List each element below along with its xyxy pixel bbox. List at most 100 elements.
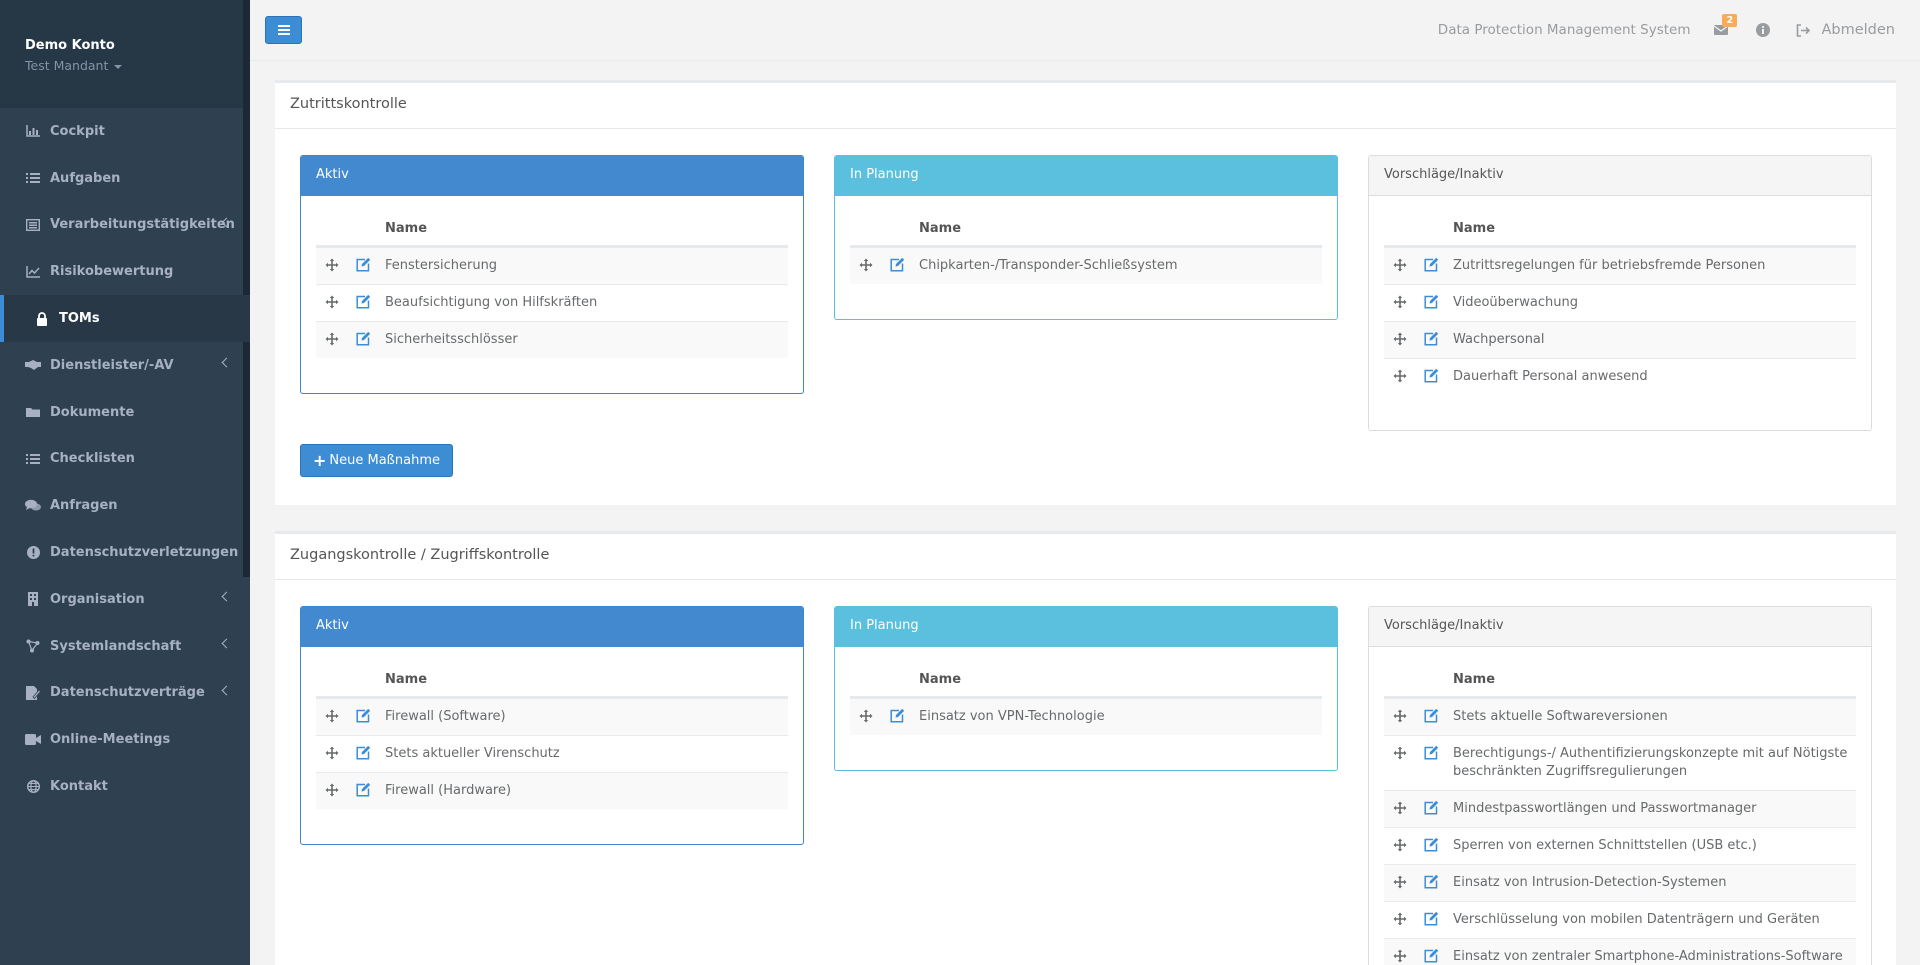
edit-icon[interactable] <box>1424 745 1439 760</box>
sidebar-item-kontakt[interactable]: Kontakt <box>0 763 250 810</box>
sidebar-item-label: Checklisten <box>50 451 135 467</box>
sidebar-item-aufgaben[interactable]: Aufgaben <box>0 155 250 202</box>
move-icon[interactable] <box>1393 949 1407 963</box>
move-icon[interactable] <box>1393 709 1407 723</box>
edit-icon[interactable] <box>1424 800 1439 815</box>
move-icon[interactable] <box>1393 332 1407 346</box>
table-row: Einsatz von VPN-Technologie <box>850 698 1322 735</box>
video-icon <box>25 733 41 747</box>
hamburger-icon <box>277 25 290 35</box>
logout-link[interactable]: Abmelden <box>1796 22 1895 38</box>
move-icon[interactable] <box>325 746 339 760</box>
sidebar-item-anfragen[interactable]: Anfragen <box>0 482 250 529</box>
measure-name: Stets aktuelle Softwareversionen <box>1453 709 1668 724</box>
table-row: Stets aktuelle Softwareversionen <box>1384 698 1856 735</box>
move-icon[interactable] <box>859 258 873 272</box>
table-row: Berechtigungs-/ Authentifizierungskonzep… <box>1384 735 1856 790</box>
move-icon[interactable] <box>1393 295 1407 309</box>
edit-icon[interactable] <box>356 331 371 346</box>
table-row: Zutrittsregelungen für betriebsfremde Pe… <box>1384 247 1856 284</box>
sidebar-item-toms[interactable]: TOMs <box>0 295 250 342</box>
move-icon[interactable] <box>325 258 339 272</box>
handshake-icon <box>25 358 41 372</box>
move-icon[interactable] <box>1393 258 1407 272</box>
globe-icon <box>25 780 41 794</box>
measure-name: Firewall (Software) <box>385 709 506 724</box>
mandant-label: Test Mandant <box>25 58 109 73</box>
edit-icon[interactable] <box>890 257 905 272</box>
sidebar-item-label: TOMs <box>59 311 100 327</box>
panel-vorschlaege-inaktiv: Vorschläge/Inaktiv Name Stets aktuelle Sof… <box>1368 606 1872 965</box>
mandant-dropdown[interactable]: Test Mandant <box>25 58 225 73</box>
sidebar-item-checklisten[interactable]: Checklisten <box>0 436 250 483</box>
column-header-name: Name <box>316 662 788 698</box>
measure-name: Mindestpasswortlängen und Passwortmanage… <box>1453 801 1757 816</box>
sidebar-item-systemlandschaft[interactable]: Systemlandschaft <box>0 623 250 670</box>
column-header-name: Name <box>1384 662 1856 698</box>
list-icon <box>25 452 41 466</box>
messages-button[interactable]: 2 <box>1712 14 1738 39</box>
menu-toggle-button[interactable] <box>265 16 302 44</box>
lock-icon <box>34 311 50 326</box>
sidebar-item-cockpit[interactable]: Cockpit <box>0 108 250 155</box>
move-icon[interactable] <box>325 783 339 797</box>
edit-icon[interactable] <box>1424 294 1439 309</box>
edit-icon[interactable] <box>1424 837 1439 852</box>
sidebar-item-risikobewertung[interactable]: Risikobewertung <box>0 248 250 295</box>
contract-icon <box>25 685 41 700</box>
section-zutrittskontrolle: Zutrittskontrolle + Neue Maßnahme Aktiv Na… <box>275 80 1896 505</box>
column-header-name: Name <box>316 211 788 247</box>
move-icon[interactable] <box>1393 746 1407 760</box>
table-row: Chipkarten-/Transponder-Schließsystem <box>850 247 1322 284</box>
new-measure-button[interactable]: + Neue Maßnahme <box>300 444 453 477</box>
edit-icon[interactable] <box>356 257 371 272</box>
move-icon[interactable] <box>325 332 339 346</box>
sidebar-item-dienstleister-av[interactable]: Dienstleister/-AV <box>0 342 250 389</box>
sidebar-item-online-meetings[interactable]: Online-Meetings <box>0 716 250 763</box>
info-button[interactable] <box>1754 21 1772 39</box>
edit-icon[interactable] <box>356 782 371 797</box>
sidebar-nav: Cockpit Aufgaben Verarbeitungstätigkeiten R… <box>0 108 250 810</box>
move-icon[interactable] <box>325 709 339 723</box>
new-measure-label: Neue Maßnahme <box>329 453 440 468</box>
sidebar-item-verarbeitungstätigkeiten[interactable]: Verarbeitungstätigkeiten <box>0 202 250 249</box>
comments-icon <box>25 499 41 513</box>
sidebar-item-label: Organisation <box>50 591 145 607</box>
move-icon[interactable] <box>325 295 339 309</box>
edit-icon[interactable] <box>1424 911 1439 926</box>
sidebar-item-datenschutzverträge[interactable]: Datenschutzverträge <box>0 670 250 717</box>
panel-heading: Vorschläge/Inaktiv <box>1369 156 1871 196</box>
sidebar-item-label: Datenschutzverträge <box>50 685 205 701</box>
edit-icon[interactable] <box>356 708 371 723</box>
profile-header: Demo Konto Test Mandant <box>0 0 250 108</box>
sidebar-item-dokumente[interactable]: Dokumente <box>0 389 250 436</box>
move-icon[interactable] <box>1393 801 1407 815</box>
edit-icon[interactable] <box>1424 948 1439 963</box>
sidebar-item-organisation[interactable]: Organisation <box>0 576 250 623</box>
edit-icon[interactable] <box>890 708 905 723</box>
edit-icon[interactable] <box>1424 874 1439 889</box>
measure-name: Einsatz von VPN-Technologie <box>919 709 1105 724</box>
measure-name: Videoüberwachung <box>1453 295 1578 310</box>
move-icon[interactable] <box>1393 912 1407 926</box>
measure-name: Verschlüsselung von mobilen Datenträgern… <box>1453 912 1820 927</box>
move-icon[interactable] <box>859 709 873 723</box>
edit-icon[interactable] <box>1424 368 1439 383</box>
edit-icon[interactable] <box>356 294 371 309</box>
table-row: Sperren von externen Schnittstellen (USB… <box>1384 827 1856 864</box>
move-icon[interactable] <box>1393 838 1407 852</box>
edit-icon[interactable] <box>1424 257 1439 272</box>
measure-name: Chipkarten-/Transponder-Schließsystem <box>919 258 1178 273</box>
measure-name: Zutrittsregelungen für betriebsfremde Pe… <box>1453 258 1766 273</box>
measure-name: Dauerhaft Personal anwesend <box>1453 369 1648 384</box>
measure-name: Sicherheitsschlösser <box>385 332 518 347</box>
sidebar-item-label: Kontakt <box>50 779 108 795</box>
edit-icon[interactable] <box>1424 708 1439 723</box>
edit-icon[interactable] <box>1424 331 1439 346</box>
sidebar-item-datenschutzverletzungen[interactable]: Datenschutzverletzungen <box>0 529 250 576</box>
chevron-left-icon <box>221 357 232 368</box>
move-icon[interactable] <box>1393 369 1407 383</box>
edit-icon[interactable] <box>356 745 371 760</box>
move-icon[interactable] <box>1393 875 1407 889</box>
table-row: Einsatz von zentraler Smartphone-Adminis… <box>1384 938 1856 965</box>
